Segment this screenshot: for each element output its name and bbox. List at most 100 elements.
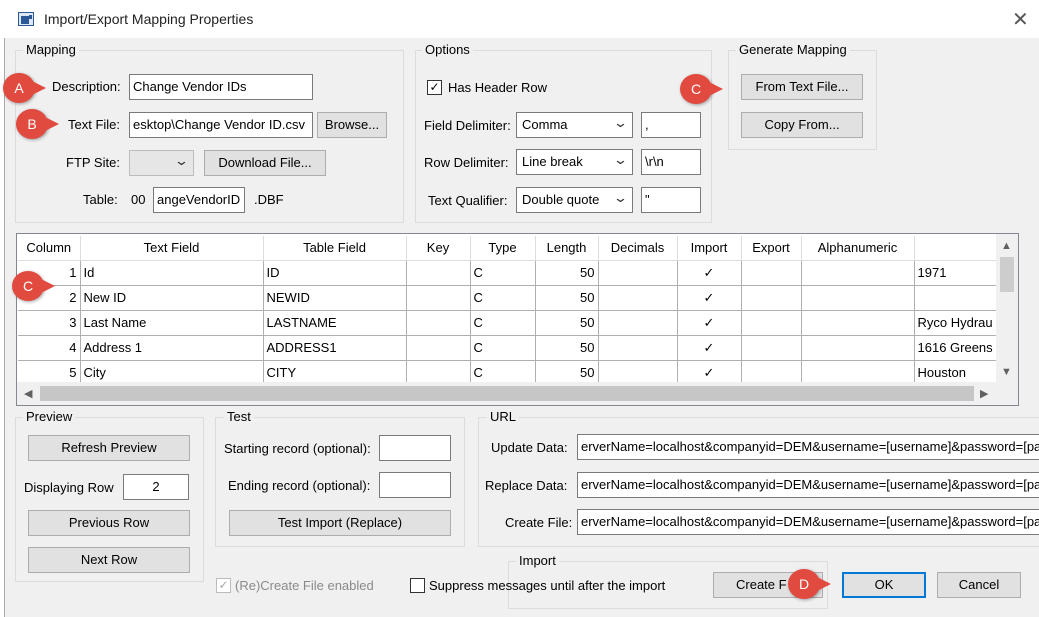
grid-cell-import[interactable]: ✓	[677, 285, 742, 311]
scroll-up-icon[interactable]: ▲	[1001, 240, 1012, 252]
grid-column-header[interactable]: Type	[470, 236, 536, 261]
suppress-messages-checkbox[interactable]	[410, 578, 425, 593]
scroll-right-icon[interactable]: ▶	[980, 387, 988, 400]
ok-button[interactable]: OK	[842, 572, 926, 598]
vertical-scroll-thumb[interactable]	[1000, 257, 1014, 292]
grid-cell-col[interactable]: 4	[18, 335, 81, 361]
text-qualifier-select[interactable]: Double quote ⌄	[516, 187, 633, 213]
grid-column-header[interactable]: Decimals	[598, 236, 678, 261]
starting-record-field[interactable]	[379, 435, 451, 461]
grid-cell-import[interactable]: ✓	[677, 310, 742, 336]
grid-cell-table-field[interactable]: ADDRESS1	[263, 335, 407, 361]
table-row[interactable]: 2 New ID NEWID C 50 ✓	[18, 285, 999, 311]
grid-column-header[interactable]: Import	[677, 236, 742, 261]
grid-cell-decimals[interactable]	[598, 310, 678, 336]
row-delimiter-char[interactable]: \r\n	[641, 149, 701, 175]
grid-cell-text-field[interactable]: New ID	[80, 285, 264, 311]
download-file-button[interactable]: Download File...	[204, 150, 326, 176]
field-delimiter-char[interactable]: ,	[641, 112, 701, 138]
grid-cell-extra[interactable]	[914, 285, 999, 311]
grid-cell-length[interactable]: 50	[535, 335, 599, 361]
table-row[interactable]: 4 Address 1 ADDRESS1 C 50 ✓ 1616 Greens	[18, 335, 999, 361]
grid-cell-key[interactable]	[406, 335, 471, 361]
test-import-button[interactable]: Test Import (Replace)	[229, 510, 451, 536]
grid-column-header[interactable]: Length	[535, 236, 599, 261]
grid-cell-decimals[interactable]	[598, 260, 678, 286]
create-file-field[interactable]: erverName=localhost&companyid=DEM&userna…	[577, 509, 1039, 535]
grid-cell-key[interactable]	[406, 310, 471, 336]
browse-button[interactable]: Browse...	[317, 112, 387, 138]
grid-cell-length[interactable]: 50	[535, 260, 599, 286]
grid-cell-table-field[interactable]: NEWID	[263, 285, 407, 311]
grid-cell-type[interactable]: C	[470, 260, 536, 286]
grid-cell-import[interactable]: ✓	[677, 260, 742, 286]
table-row[interactable]: 3 Last Name LASTNAME C 50 ✓ Ryco Hydrau	[18, 310, 999, 336]
grid-cell-key[interactable]	[406, 285, 471, 311]
grid-column-header[interactable]: Key	[406, 236, 471, 261]
grid-column-header[interactable]: Table Field	[263, 236, 407, 261]
grid-cell-import[interactable]: ✓	[677, 335, 742, 361]
grid-column-header[interactable]	[914, 236, 999, 261]
grid-cell-export[interactable]	[741, 335, 802, 361]
annotation-marker-b: B	[16, 109, 59, 139]
grid-column-header[interactable]: Alphanumeric	[801, 236, 915, 261]
replace-data-field[interactable]: erverName=localhost&companyid=DEM&userna…	[577, 472, 1039, 498]
table-label: Table:	[83, 192, 118, 207]
grid-cell-export[interactable]	[741, 285, 802, 311]
row-delimiter-select[interactable]: Line break ⌄	[516, 149, 633, 175]
description-label: Description:	[52, 79, 121, 94]
horizontal-scroll-thumb[interactable]	[40, 386, 974, 401]
cancel-button[interactable]: Cancel	[937, 572, 1021, 598]
grid-cell-type[interactable]: C	[470, 285, 536, 311]
scroll-down-icon[interactable]: ▼	[1001, 366, 1012, 378]
update-data-field[interactable]: erverName=localhost&companyid=DEM&userna…	[577, 434, 1039, 460]
grid-cell-length[interactable]: 50	[535, 310, 599, 336]
grid-cell-extra[interactable]: 1971	[914, 260, 999, 286]
grid-column-header[interactable]: Text Field	[80, 236, 264, 261]
grid-cell-type[interactable]: C	[470, 310, 536, 336]
grid-cell-alpha[interactable]	[801, 335, 915, 361]
grid-cell-decimals[interactable]	[598, 335, 678, 361]
grid-cell-key[interactable]	[406, 260, 471, 286]
has-header-row-checkbox[interactable]: ✓	[427, 80, 442, 95]
grid-cell-table-field[interactable]: ID	[263, 260, 407, 286]
grid-cell-type[interactable]: C	[470, 335, 536, 361]
table-row[interactable]: 1 Id ID C 50 ✓ 1971	[18, 260, 999, 286]
grid-column-header[interactable]: Column	[18, 236, 81, 261]
chevron-down-icon: ⌄	[612, 152, 629, 167]
field-delimiter-select[interactable]: Comma ⌄	[516, 112, 633, 138]
grid-column-header[interactable]: Export	[741, 236, 802, 261]
displaying-row-field[interactable]: 2	[123, 474, 189, 500]
field-delimiter-label: Field Delimiter:	[424, 118, 511, 133]
annotation-marker-c-generate: C	[680, 74, 723, 104]
previous-row-button[interactable]: Previous Row	[28, 510, 190, 536]
text-qualifier-char[interactable]: "	[641, 187, 701, 213]
grid-cell-alpha[interactable]	[801, 260, 915, 286]
grid-cell-decimals[interactable]	[598, 285, 678, 311]
ending-record-field[interactable]	[379, 472, 451, 498]
grid-cell-text-field[interactable]: Id	[80, 260, 264, 286]
grid-cell-extra[interactable]: Ryco Hydrau	[914, 310, 999, 336]
grid-cell-alpha[interactable]	[801, 310, 915, 336]
next-row-button[interactable]: Next Row	[28, 547, 190, 573]
copy-from-button[interactable]: Copy From...	[741, 112, 863, 138]
grid-cell-extra[interactable]: 1616 Greens	[914, 335, 999, 361]
scroll-left-icon[interactable]: ◀	[24, 387, 32, 400]
ftp-site-select[interactable]: ⌄	[129, 150, 194, 176]
has-header-row-label: Has Header Row	[448, 80, 547, 95]
grid-cell-table-field[interactable]: LASTNAME	[263, 310, 407, 336]
grid-cell-alpha[interactable]	[801, 285, 915, 311]
grid-cell-export[interactable]	[741, 310, 802, 336]
grid-cell-export[interactable]	[741, 260, 802, 286]
textfile-field[interactable]: esktop\Change Vendor ID.csv	[129, 112, 313, 138]
from-text-file-button[interactable]: From Text File...	[741, 74, 863, 100]
chevron-down-icon: ⌄	[612, 190, 629, 205]
grid-cell-text-field[interactable]: Address 1	[80, 335, 264, 361]
table-name-field[interactable]: angeVendorID	[153, 187, 245, 213]
close-icon[interactable]: ✕	[1012, 7, 1029, 32]
refresh-preview-button[interactable]: Refresh Preview	[28, 435, 190, 461]
grid-cell-length[interactable]: 50	[535, 285, 599, 311]
grid-cell-col[interactable]: 3	[18, 310, 81, 336]
grid-cell-text-field[interactable]: Last Name	[80, 310, 264, 336]
description-field[interactable]: Change Vendor IDs	[129, 74, 313, 100]
